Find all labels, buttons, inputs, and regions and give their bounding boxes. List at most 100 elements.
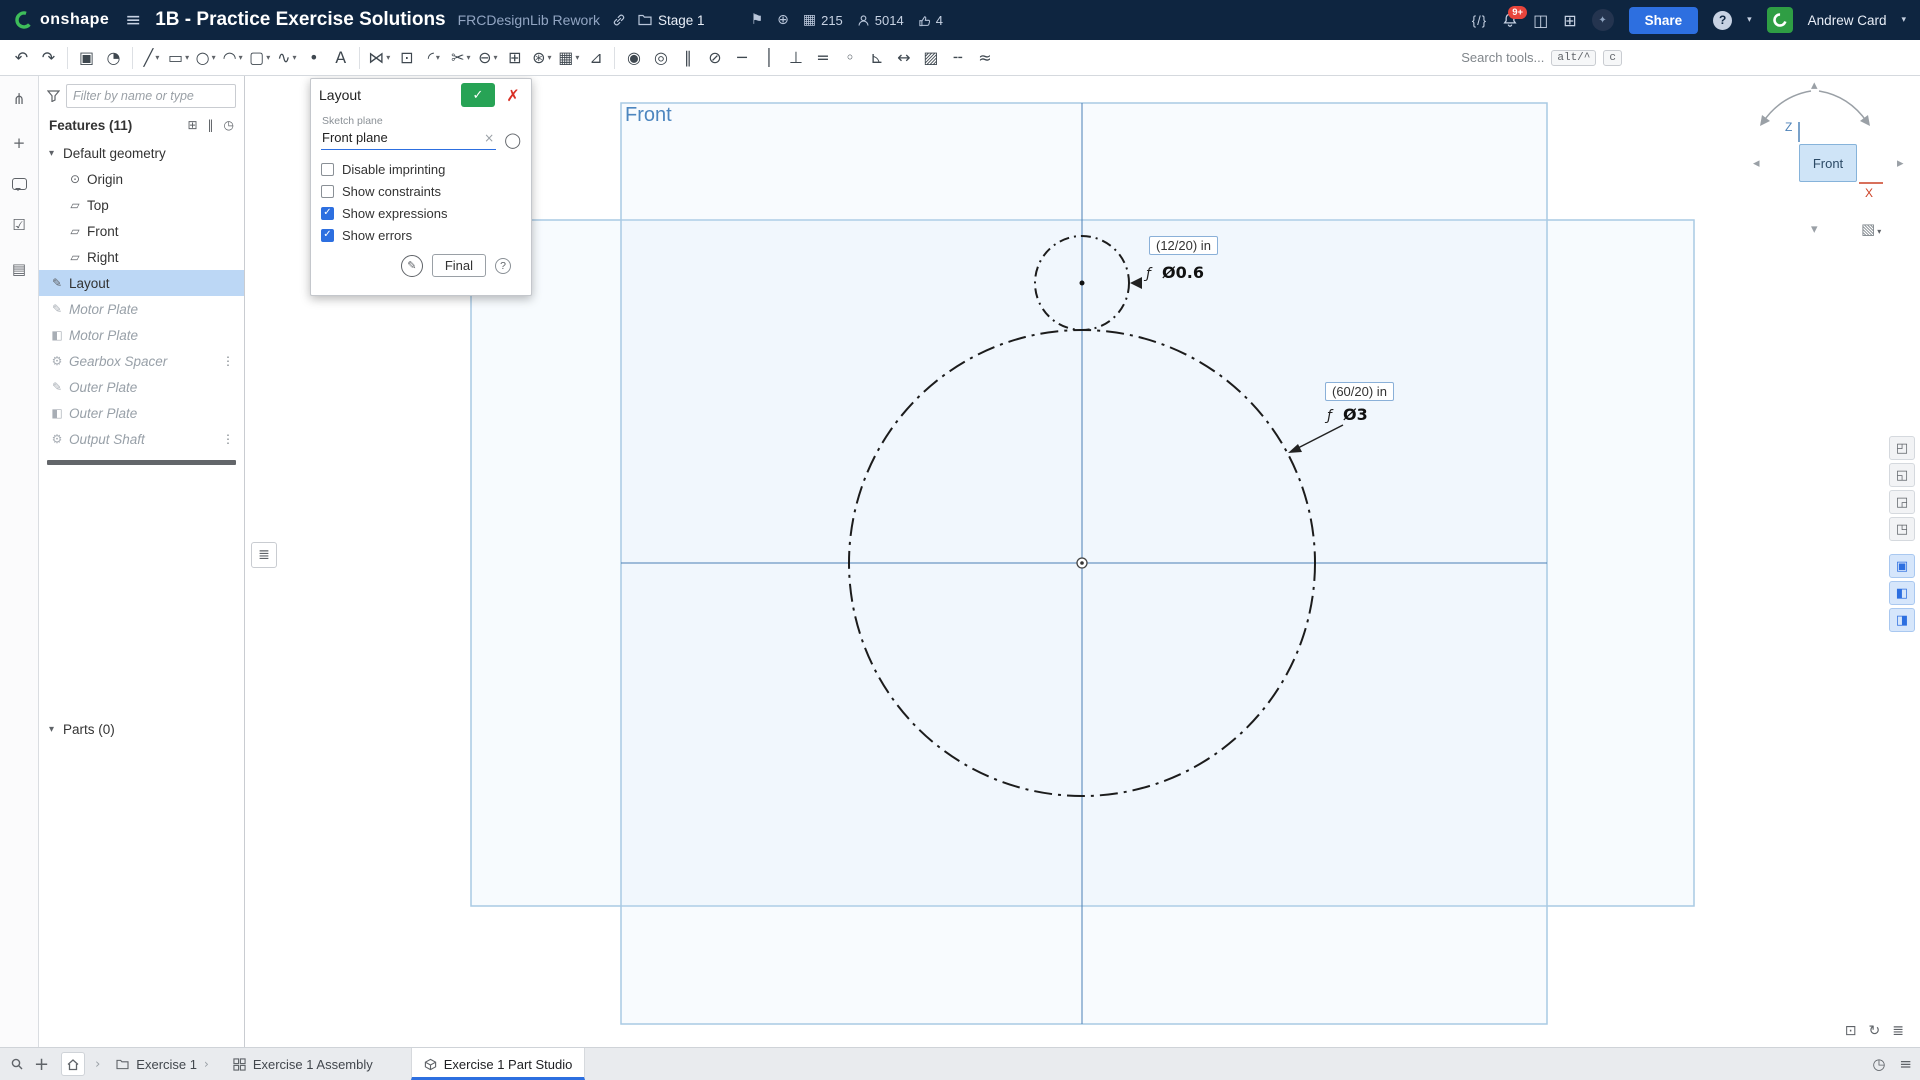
dialog-header[interactable]: Layout ✓ ✗ bbox=[311, 79, 531, 111]
dropdown-caret-icon[interactable]: ▾ bbox=[239, 53, 243, 62]
dropdown-caret-icon[interactable]: ▾ bbox=[547, 53, 551, 62]
panels-icon[interactable]: ◫ bbox=[1533, 11, 1548, 30]
rectangle-tool-icon[interactable]: ▭ ▾ bbox=[165, 44, 192, 72]
feature-tree-item[interactable]: ⚙ Gearbox Spacer ⋮ bbox=[39, 348, 244, 374]
dropdown-caret-icon[interactable]: ▾ bbox=[266, 53, 270, 62]
dimension-value-large[interactable]: Ø3 bbox=[1343, 405, 1368, 424]
notifications-bell-icon[interactable]: 9+ bbox=[1502, 12, 1518, 28]
fix-constraint-icon[interactable]: ▨ bbox=[917, 44, 944, 72]
feature-indicator-icon[interactable]: ⋮ bbox=[222, 432, 234, 446]
normal-constraint-icon[interactable]: ⊾ bbox=[863, 44, 890, 72]
small-circle-center[interactable] bbox=[1080, 281, 1085, 286]
tab-history-icon[interactable]: ◷ bbox=[1872, 1055, 1885, 1073]
main-menu-icon[interactable]: ≡ bbox=[125, 9, 141, 31]
dropdown-caret-icon[interactable]: ▾ bbox=[575, 53, 579, 62]
dialog-checkbox[interactable]: ✓ Disable imprinting bbox=[321, 158, 521, 180]
display-options-icon[interactable]: ◨ bbox=[1889, 608, 1915, 632]
final-button[interactable]: Final bbox=[432, 254, 486, 277]
tasks-panel-icon[interactable]: ☑ bbox=[12, 216, 25, 234]
equal-constraint-icon[interactable]: = bbox=[809, 44, 836, 72]
globe-icon[interactable]: ⊕ bbox=[777, 12, 789, 28]
learning-center-icon[interactable]: ✦ bbox=[1592, 9, 1614, 31]
rollback-bar[interactable] bbox=[47, 460, 236, 465]
checkbox-box[interactable]: ✓ bbox=[321, 229, 334, 242]
edit-sketch-icon[interactable]: ✎ bbox=[401, 255, 423, 277]
rotate-right-icon[interactable]: ▸ bbox=[1897, 156, 1904, 171]
vertical-constraint-icon[interactable]: │ bbox=[755, 44, 782, 72]
tab-exercise-1-assembly[interactable]: Exercise 1 Assembly bbox=[221, 1048, 385, 1080]
apps-grid-icon[interactable]: ⊞ bbox=[1563, 11, 1576, 30]
use-project-tool-icon[interactable]: ⊡ bbox=[393, 44, 420, 72]
dropdown-caret-icon[interactable]: ▾ bbox=[155, 53, 159, 62]
point-tool-icon[interactable]: • bbox=[300, 44, 327, 72]
home-tab-button[interactable] bbox=[61, 1052, 85, 1076]
dropdown-caret-icon[interactable]: ▾ bbox=[436, 53, 440, 62]
named-views-icon[interactable]: ◧ bbox=[1889, 581, 1915, 605]
tab-exercise-1-part-studio[interactable]: Exercise 1 Part Studio bbox=[411, 1048, 586, 1080]
dialog-checkbox[interactable]: ✓ Show expressions bbox=[321, 202, 521, 224]
tab-exercise-1[interactable]: Exercise 1 › bbox=[104, 1048, 221, 1080]
feature-tree-item[interactable]: ▱ Front bbox=[39, 218, 244, 244]
section-view-icon[interactable]: ◱ bbox=[1889, 463, 1915, 487]
mirror-tool-icon[interactable]: ⋈ ▾ bbox=[365, 44, 393, 72]
view-modes-icon[interactable]: ▧▾ bbox=[1861, 220, 1881, 238]
dropdown-caret-icon[interactable]: ▾ bbox=[212, 53, 216, 62]
avatar[interactable] bbox=[1767, 7, 1793, 33]
trim-tool-icon[interactable]: ✂ ▾ bbox=[447, 44, 474, 72]
panel-versions-icon[interactable]: ⋔ bbox=[13, 90, 26, 108]
viewport-menu-icon[interactable]: ≣ bbox=[1892, 1023, 1904, 1039]
flag-icon[interactable]: ⚑ bbox=[751, 12, 764, 28]
undo-icon[interactable]: ↶ bbox=[8, 44, 35, 72]
document-library-name[interactable]: FRCDesignLib Rework bbox=[458, 12, 600, 28]
like-count-stat[interactable]: 4 bbox=[918, 13, 943, 28]
redo-icon[interactable]: ↷ bbox=[35, 44, 62, 72]
snapshot-icon[interactable]: ⊡ bbox=[1845, 1023, 1857, 1039]
link-icon[interactable] bbox=[612, 13, 626, 27]
coincident-constraint-icon[interactable]: ◉ bbox=[620, 44, 647, 72]
checkbox-box[interactable]: ✓ bbox=[321, 185, 334, 198]
linear-pattern-icon[interactable]: ⊞ bbox=[501, 44, 528, 72]
user-menu-caret-icon[interactable]: ▾ bbox=[1901, 15, 1906, 25]
dimension-tool-icon[interactable]: ⊿ bbox=[582, 44, 609, 72]
feature-tree-item[interactable]: ◧ Motor Plate bbox=[39, 322, 244, 348]
insert-dxf-icon[interactable]: ◔ bbox=[100, 44, 127, 72]
view-count-stat[interactable]: 5014 bbox=[857, 13, 904, 28]
slot-tool-icon[interactable]: ▢ ▾ bbox=[246, 44, 273, 72]
notebook-panel-icon[interactable]: ▤ bbox=[12, 260, 26, 278]
rotate-left-icon[interactable]: ◂ bbox=[1753, 156, 1760, 171]
offset-tool-icon[interactable]: ⊖ ▾ bbox=[474, 44, 501, 72]
onshape-logo[interactable]: onshape bbox=[14, 10, 109, 30]
perpendicular-constraint-icon[interactable]: ⊥ bbox=[782, 44, 809, 72]
mate-connector-icon[interactable]: ◯ bbox=[504, 133, 521, 148]
feature-tree-item[interactable]: ✎ Motor Plate bbox=[39, 296, 244, 322]
parallel-constraint-icon[interactable]: ∥ bbox=[674, 44, 701, 72]
tool-search-label[interactable]: Search tools... bbox=[1461, 50, 1544, 65]
spline-tool-icon[interactable]: ∿ ▾ bbox=[273, 44, 300, 72]
dropdown-caret-icon[interactable]: ▾ bbox=[292, 53, 296, 62]
symmetry-constraint-icon[interactable]: ↔ bbox=[890, 44, 917, 72]
dimension-value-small[interactable]: Ø0.6 bbox=[1162, 263, 1204, 282]
feature-tree-item[interactable]: ✎ Outer Plate bbox=[39, 374, 244, 400]
dialog-checkbox[interactable]: ✓ Show constraints bbox=[321, 180, 521, 202]
arc-tool-icon[interactable]: ◠ ▾ bbox=[219, 44, 246, 72]
feature-tree-item[interactable]: ◧ Outer Plate bbox=[39, 400, 244, 426]
search-tabs-icon[interactable] bbox=[10, 1057, 24, 1071]
dropdown-caret-icon[interactable]: ▾ bbox=[466, 53, 470, 62]
help-caret-icon[interactable]: ▾ bbox=[1747, 15, 1752, 25]
panel-insert-icon[interactable]: + bbox=[13, 134, 26, 152]
feature-tree-item[interactable]: ⚙ Output Shaft ⋮ bbox=[39, 426, 244, 452]
construction-toggle-icon[interactable]: ╌ bbox=[944, 44, 971, 72]
graphics-area[interactable]: Front t (12/20) in ƒ Ø0.6 (60/20) in ƒ Ø… bbox=[245, 76, 1920, 1047]
feature-tree-item[interactable]: ▾ Default geometry bbox=[39, 140, 244, 166]
tab-expand-icon[interactable]: › bbox=[204, 1057, 209, 1071]
comments-panel-icon[interactable] bbox=[12, 178, 27, 190]
history-icon[interactable]: ◷ bbox=[224, 118, 234, 132]
fillet-tool-icon[interactable]: ◜ ▾ bbox=[420, 44, 447, 72]
help-icon[interactable]: ? bbox=[1713, 11, 1732, 30]
text-tool-icon[interactable]: A bbox=[327, 44, 354, 72]
confirm-button[interactable]: ✓ bbox=[461, 83, 495, 107]
feature-tree-item[interactable]: ▱ Top bbox=[39, 192, 244, 218]
insert-feature-icon[interactable]: ⊞ bbox=[187, 118, 197, 132]
feature-tree-item[interactable]: ⊙ Origin bbox=[39, 166, 244, 192]
feature-list-toggle[interactable]: ≣ bbox=[251, 542, 277, 568]
